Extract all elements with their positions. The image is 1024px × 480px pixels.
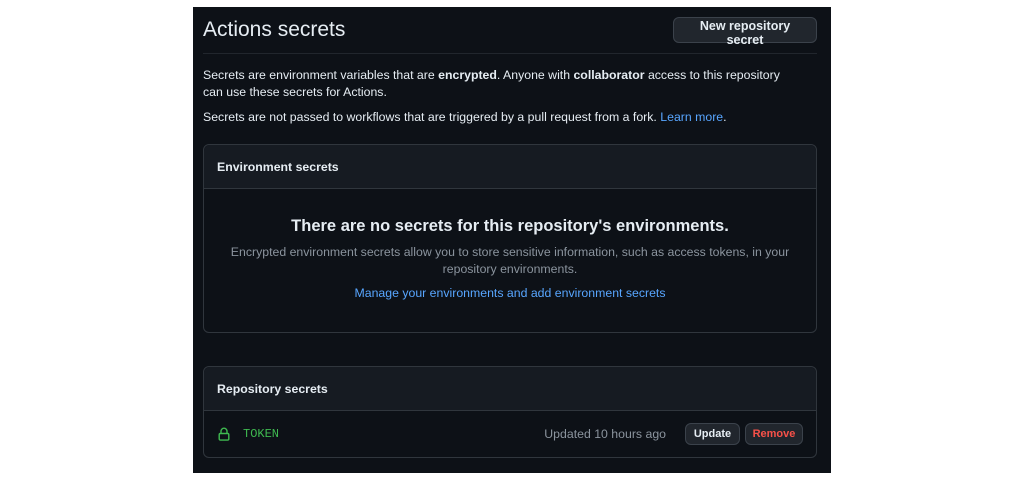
fork-notice: Secrets are not passed to workflows that… [203, 109, 803, 126]
secrets-panel: Actions secrets New repository secret Se… [193, 7, 831, 473]
repository-secrets-header: Repository secrets [204, 367, 816, 411]
secret-row: TOKEN Updated 10 hours ago Update Remove [204, 411, 816, 457]
fork-notice-end: . [723, 110, 727, 124]
desc-bold-collaborator: collaborator [573, 68, 645, 82]
desc-text-1: Secrets are environment variables that a… [203, 68, 439, 82]
secret-updated-time: Updated 10 hours ago [544, 427, 666, 441]
remove-secret-button[interactable]: Remove [745, 423, 803, 445]
page-title: Actions secrets [203, 18, 346, 41]
repository-secrets-box: Repository secrets TOKEN Updated 10 hour… [203, 366, 817, 458]
learn-more-link[interactable]: Learn more [660, 110, 723, 124]
desc-bold-encrypted: encrypted [438, 68, 497, 82]
update-secret-button[interactable]: Update [685, 423, 740, 445]
blank-state-text: Encrypted environment secrets allow you … [230, 245, 790, 276]
lock-icon [218, 427, 230, 441]
environment-secrets-box: Environment secrets There are no secrets… [203, 144, 817, 333]
blank-state-title: There are no secrets for this repository… [291, 217, 729, 235]
secrets-description: Secrets are environment variables that a… [203, 67, 803, 101]
page-header: Actions secrets New repository secret [203, 7, 817, 54]
fork-notice-text: Secrets are not passed to workflows that… [203, 110, 661, 124]
new-repository-secret-button[interactable]: New repository secret [673, 17, 817, 47]
secret-name: TOKEN [243, 427, 280, 441]
manage-environments-link[interactable]: Manage your environments and add environ… [204, 286, 816, 300]
desc-text-2: . Anyone with [496, 68, 574, 82]
environment-secrets-header: Environment secrets [204, 145, 816, 189]
